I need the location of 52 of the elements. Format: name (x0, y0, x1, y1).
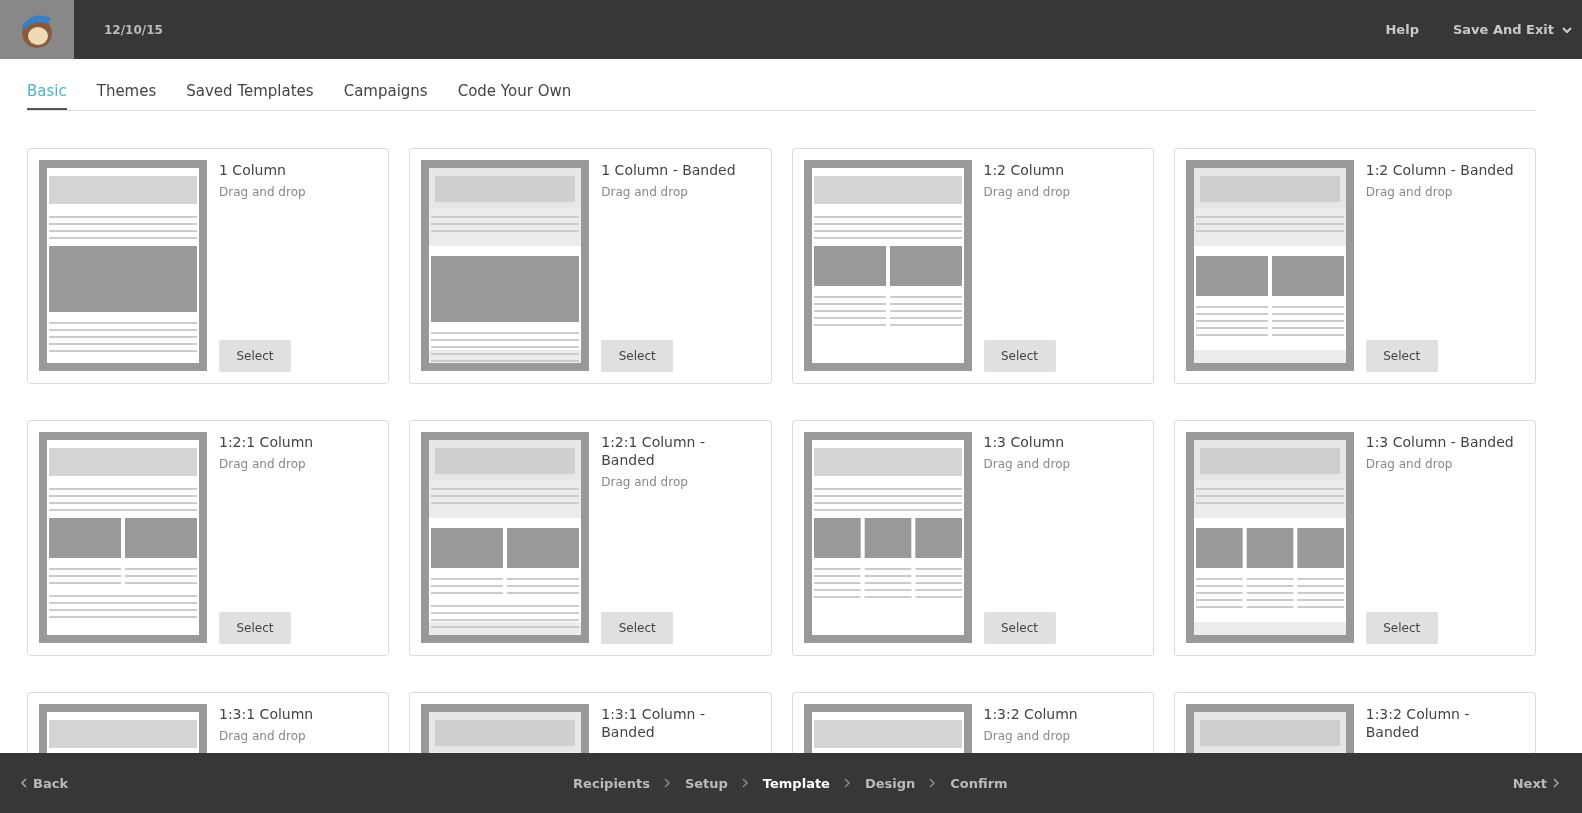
template-description: Drag and drop (601, 185, 689, 199)
template-title: 1:3 Column - Banded (1365, 433, 1515, 451)
select-button[interactable]: Select (1365, 612, 1438, 644)
template-title: 1:2 Column (983, 161, 1066, 179)
template-title: 1:2:1 Column (219, 433, 315, 451)
tab[interactable]: Themes (96, 80, 157, 110)
chevron-right-icon (1553, 778, 1560, 788)
template-description: Drag and drop (601, 475, 689, 489)
tab[interactable]: Code Your Own (457, 80, 572, 110)
tab[interactable]: Saved Templates (186, 80, 314, 110)
template-description: Drag and drop (219, 185, 307, 199)
caret-icon (1562, 25, 1572, 34)
template-title: 1:3:1 Column - Banded (601, 705, 706, 741)
template-title: 1 Column - Banded (601, 161, 737, 179)
back-link[interactable]: Back (20, 775, 69, 791)
select-button[interactable]: Select (219, 612, 291, 644)
select-button[interactable]: Select (601, 340, 674, 372)
logo-tile[interactable] (0, 0, 74, 59)
template-description: Drag and drop (219, 729, 307, 743)
select-button[interactable]: Select (1365, 340, 1438, 372)
help-link[interactable]: Help (1385, 22, 1419, 37)
template-title: 1 Column (219, 161, 287, 179)
template-description: Drag and drop (1365, 457, 1454, 471)
step-link[interactable]: Recipients (573, 775, 650, 791)
step-link[interactable]: Design (864, 775, 916, 791)
step-link[interactable]: Setup (684, 775, 728, 791)
select-button[interactable]: Select (219, 340, 291, 372)
chevron-right-icon (843, 778, 851, 788)
chevron-right-icon (741, 778, 749, 788)
template-title: 1:3:2 Column (983, 705, 1079, 723)
date-label: 12/10/15 (104, 22, 163, 37)
step-link[interactable]: Confirm (950, 775, 1008, 791)
step-link[interactable]: Template (762, 775, 830, 791)
chevron-right-icon (929, 778, 937, 788)
template-title: 1:2:1 Column - Banded (601, 433, 706, 469)
select-button[interactable]: Select (983, 612, 1056, 644)
chevron-right-icon (663, 778, 671, 788)
template-title: 1:3:1 Column (219, 705, 315, 723)
select-button[interactable]: Select (983, 340, 1056, 372)
template-description: Drag and drop (983, 185, 1072, 199)
save-and-exit-menu[interactable]: Save And Exit (1452, 22, 1572, 37)
chevron-left-icon (20, 778, 27, 788)
template-title: 1:2 Column - Banded (1365, 161, 1515, 179)
template-title: 1:3 Column (983, 433, 1066, 451)
template-description: Drag and drop (219, 457, 307, 471)
select-button[interactable]: Select (601, 612, 674, 644)
template-description: Drag and drop (983, 729, 1072, 743)
template-description: Drag and drop (1365, 185, 1454, 199)
template-description: Drag and drop (983, 457, 1072, 471)
next-link[interactable]: Next (1512, 775, 1560, 791)
tab[interactable]: Campaigns (343, 80, 428, 110)
template-title: 1:3:2 Column - Banded (1365, 705, 1471, 741)
